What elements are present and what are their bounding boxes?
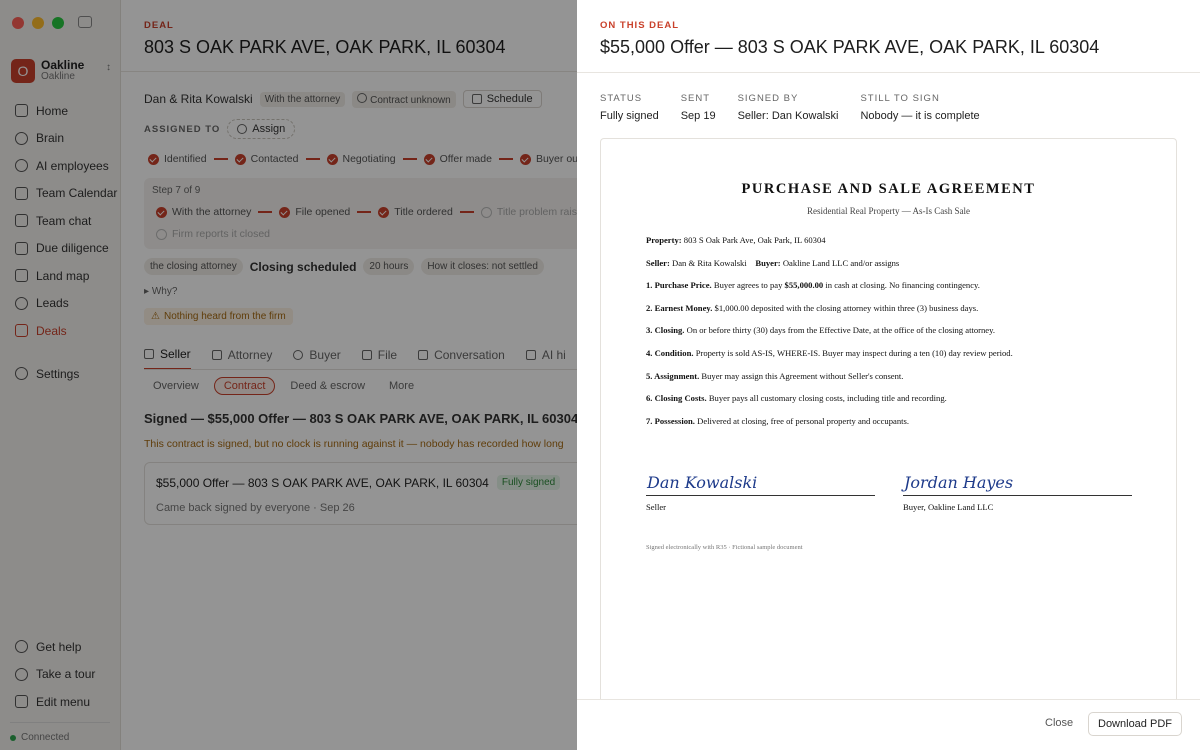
- meta-label: SIGNED BY: [737, 93, 799, 104]
- buyer-signature-block: Jordan Hayes Buyer, Oakline Land LLC: [903, 473, 1132, 512]
- doc-text: in cash at closing. No financing conting…: [825, 280, 980, 291]
- doc-clause: 5. Assignment. Buyer may assign this Agr…: [646, 371, 1146, 394]
- meta-value: Fully signed: [600, 110, 659, 122]
- doc-label: 1. Purchase Price.: [646, 280, 712, 291]
- divider: [577, 72, 1200, 73]
- meta-sent: SENT Sep 19: [681, 93, 716, 122]
- doc-text: Dan & Rita Kowalski: [672, 257, 747, 268]
- doc-clause: 1. Purchase Price. Buyer agrees to pay $…: [646, 280, 1146, 303]
- doc-text: Buyer agrees to pay: [713, 280, 783, 291]
- doc-label: 4. Condition.: [646, 347, 694, 358]
- meta-still-to-sign: STILL TO SIGN Nobody — it is complete: [860, 93, 979, 122]
- document-body: Property: 803 S Oak Park Ave, Oak Park, …: [646, 235, 1146, 438]
- doc-text: On or before thirty (30) days from the E…: [686, 325, 995, 336]
- doc-label: 6. Closing Costs.: [646, 393, 707, 404]
- signature-line: [903, 495, 1132, 496]
- buyer-signature: Jordan Hayes: [904, 473, 1014, 492]
- doc-label: Buyer:: [755, 257, 781, 268]
- doc-label: Property:: [646, 235, 682, 245]
- doc-text: Property is sold AS-IS, WHERE-IS. Buyer …: [695, 347, 1013, 358]
- document-footer: Signed electronically with R35 · Fiction…: [646, 544, 803, 551]
- meta-status: STATUS Fully signed: [600, 93, 659, 122]
- meta-label: STATUS: [600, 93, 643, 104]
- drawer-eyebrow: ON THIS DEAL: [600, 20, 680, 31]
- seller-signature: Dan Kowalski: [647, 473, 758, 492]
- signature-role: Buyer, Oakline Land LLC: [903, 502, 994, 512]
- meta-signed-by: SIGNED BY Seller: Dan Kowalski: [738, 93, 839, 122]
- meta-value: Sep 19: [680, 110, 716, 122]
- doc-label: 5. Assignment.: [646, 370, 700, 381]
- doc-clause: 7. Possession. Delivered at closing, fre…: [646, 416, 1146, 439]
- doc-amount: $55,000.00: [784, 280, 824, 291]
- doc-clause: 3. Closing. On or before thirty (30) day…: [646, 325, 1146, 348]
- seller-signature-block: Dan Kowalski Seller: [646, 473, 875, 512]
- doc-text: Delivered at closing, free of personal p…: [697, 415, 910, 426]
- modal-backdrop[interactable]: [0, 0, 577, 750]
- close-button[interactable]: Close: [1045, 717, 1073, 729]
- contract-meta: STATUS Fully signed SENT Sep 19 SIGNED B…: [600, 93, 980, 122]
- doc-text: Buyer pays all customary closing costs, …: [708, 393, 947, 404]
- doc-label: 2. Earnest Money.: [646, 302, 713, 313]
- doc-clause: 2. Earnest Money. $1,000.00 deposited wi…: [646, 303, 1146, 326]
- meta-value: Seller: Dan Kowalski: [737, 110, 839, 122]
- doc-property-line: Property: 803 S Oak Park Ave, Oak Park, …: [646, 235, 1146, 258]
- doc-label: Seller:: [646, 257, 670, 268]
- doc-clause: 4. Condition. Property is sold AS-IS, WH…: [646, 348, 1146, 371]
- doc-text: Oakline Land LLC and/or assigns: [782, 257, 900, 268]
- doc-label: 7. Possession.: [646, 415, 695, 426]
- divider: [577, 699, 1200, 700]
- document-subtitle: Residential Real Property — As-Is Cash S…: [807, 206, 970, 216]
- meta-value: Nobody — it is complete: [860, 110, 980, 122]
- drawer-title: $55,000 Offer — 803 S OAK PARK AVE, OAK …: [600, 37, 1100, 57]
- meta-label: SENT: [680, 93, 711, 104]
- doc-label: 3. Closing.: [646, 325, 685, 336]
- doc-text: Buyer may assign this Agreement without …: [701, 370, 904, 381]
- signature-role: Seller: [646, 502, 667, 512]
- doc-text: 803 S Oak Park Ave, Oak Park, IL 60304: [683, 235, 826, 245]
- download-pdf-button[interactable]: Download PDF: [1088, 712, 1182, 736]
- document-preview[interactable]: PURCHASE AND SALE AGREEMENT Residential …: [600, 138, 1177, 700]
- document-title: PURCHASE AND SALE AGREEMENT: [741, 181, 1036, 197]
- doc-clause: 6. Closing Costs. Buyer pays all customa…: [646, 393, 1146, 416]
- meta-label: STILL TO SIGN: [860, 93, 940, 104]
- contract-drawer: ON THIS DEAL $55,000 Offer — 803 S OAK P…: [577, 0, 1200, 750]
- signature-line: [646, 495, 875, 496]
- doc-parties-line: Seller: Dan & Rita Kowalski Buyer: Oakli…: [646, 258, 1146, 281]
- doc-text: $1,000.00 deposited with the closing att…: [714, 302, 979, 313]
